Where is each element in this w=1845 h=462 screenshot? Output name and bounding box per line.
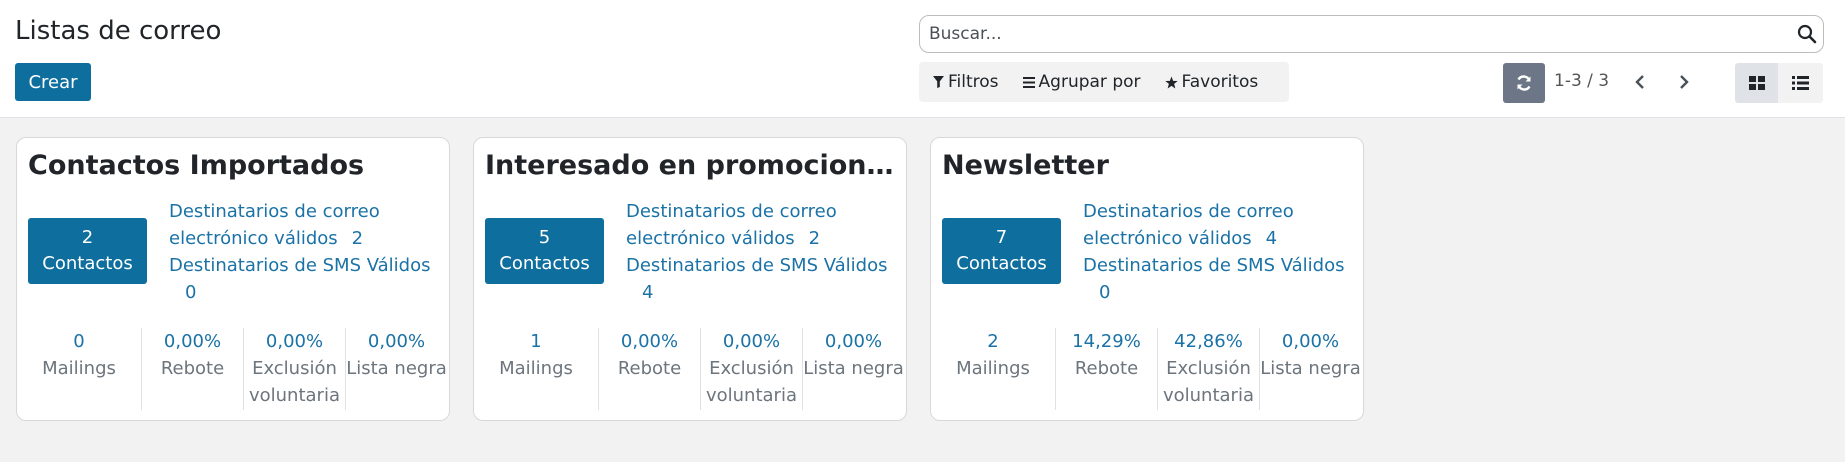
sms-recipients-label[interactable]: Destinatarios de SMS Válidos <box>1083 255 1345 276</box>
list-view-icon <box>1792 76 1809 90</box>
stat-label: Lista negra <box>346 358 447 379</box>
stat-value: 1 <box>530 331 542 352</box>
stat-opt-out[interactable]: 0,00% Exclusión voluntaria <box>700 328 802 410</box>
stat-label: Mailings <box>956 358 1030 379</box>
favorites-label: Favoritos <box>1181 72 1259 92</box>
page-title: Listas de correo <box>15 16 222 46</box>
stat-value: 0,00% <box>163 331 222 352</box>
pager-value[interactable]: 1-3 / 3 <box>1554 71 1609 91</box>
contacts-label: Contactos <box>42 253 133 274</box>
stat-label: Mailings <box>499 358 573 379</box>
email-recipients-label[interactable]: Destinatarios de correo electrónico váli… <box>169 201 380 249</box>
list-view-button[interactable] <box>1778 63 1823 103</box>
create-button[interactable]: Crear <box>15 63 91 101</box>
refresh-icon <box>1517 75 1531 91</box>
stat-label: Lista negra <box>1260 358 1361 379</box>
stat-label: Mailings <box>42 358 116 379</box>
stat-value: 0,00% <box>620 331 679 352</box>
stat-mailings[interactable]: 1 Mailings <box>474 328 598 410</box>
email-recipients-label[interactable]: Destinatarios de correo electrónico váli… <box>626 201 837 249</box>
stat-value: 0,00% <box>824 331 883 352</box>
stat-label: Exclusión voluntaria <box>248 358 340 406</box>
recipients-info: Destinatarios de correo electrónico váli… <box>1083 198 1358 306</box>
card-title: Contactos Importados <box>28 150 365 181</box>
stat-label: Lista negra <box>803 358 904 379</box>
stat-label: Rebote <box>1074 358 1139 379</box>
email-recipients-label[interactable]: Destinatarios de correo electrónico váli… <box>1083 201 1294 249</box>
contacts-button[interactable]: 2 Contactos <box>28 218 147 284</box>
pager-next-button[interactable] <box>1672 70 1696 94</box>
favorites-button[interactable]: Favoritos <box>1164 72 1259 92</box>
card-title: Newsletter <box>942 150 1109 181</box>
stat-value: 0,00% <box>722 331 781 352</box>
contacts-count: 7 <box>995 227 1008 248</box>
stat-bounce[interactable]: 0,00% Rebote <box>598 328 700 410</box>
star-icon <box>1164 76 1178 88</box>
contacts-button[interactable]: 7 Contactos <box>942 218 1061 284</box>
email-recipients-count[interactable]: 4 <box>1266 225 1277 252</box>
search-icon[interactable] <box>1797 24 1817 44</box>
card-stats: 2 Mailings 14,29% Rebote 42,86% Exclusión v… <box>931 328 1363 410</box>
contacts-count: 5 <box>538 227 551 248</box>
card-title: Interesado en promociones ... <box>485 150 897 181</box>
sms-recipients-count[interactable]: 0 <box>1083 279 1358 306</box>
group-by-label: Agrupar por <box>1038 72 1141 92</box>
kanban-card[interactable]: Interesado en promociones ... 5 Contacto… <box>473 137 907 421</box>
stat-label: Rebote <box>617 358 682 379</box>
sms-recipients-label[interactable]: Destinatarios de SMS Válidos <box>169 255 431 276</box>
sms-recipients-count[interactable]: 4 <box>626 279 901 306</box>
card-stats: 1 Mailings 0,00% Rebote 0,00% Exclusión vol… <box>474 328 906 410</box>
stat-label: Exclusión voluntaria <box>705 358 797 406</box>
list-icon <box>1022 76 1035 88</box>
kanban-view-icon <box>1748 76 1765 90</box>
chevron-right-icon <box>1680 75 1689 89</box>
kanban-card[interactable]: Newsletter 7 Contactos Destinatarios de … <box>930 137 1364 421</box>
stat-value: 0 <box>73 331 85 352</box>
stat-value: 2 <box>987 331 999 352</box>
stat-bounce[interactable]: 0,00% Rebote <box>141 328 243 410</box>
stat-mailings[interactable]: 2 Mailings <box>931 328 1055 410</box>
search-input[interactable] <box>929 24 1789 44</box>
refresh-button[interactable] <box>1503 63 1545 103</box>
filter-icon <box>933 76 944 88</box>
stat-opt-out[interactable]: 42,86% Exclusión voluntaria <box>1157 328 1259 410</box>
stat-label: Exclusión voluntaria <box>1162 358 1254 406</box>
stat-bounce[interactable]: 14,29% Rebote <box>1055 328 1157 410</box>
stat-mailings[interactable]: 0 Mailings <box>17 328 141 410</box>
chevron-left-icon <box>1635 75 1644 89</box>
filters-button[interactable]: Filtros <box>933 72 999 92</box>
contacts-button[interactable]: 5 Contactos <box>485 218 604 284</box>
email-recipients-count[interactable]: 2 <box>809 225 820 252</box>
filters-label: Filtros <box>948 72 999 92</box>
stat-opt-out[interactable]: 0,00% Exclusión voluntaria <box>243 328 345 410</box>
sms-recipients-count[interactable]: 0 <box>169 279 444 306</box>
stat-label: Rebote <box>160 358 225 379</box>
stat-value: 14,29% <box>1072 331 1141 352</box>
control-panel: Listas de correo Crear Filtros Agrupar p… <box>0 0 1845 118</box>
recipients-info: Destinatarios de correo electrónico váli… <box>169 198 444 306</box>
kanban-card[interactable]: Contactos Importados 2 Contactos Destina… <box>16 137 450 421</box>
search-box[interactable] <box>919 15 1824 53</box>
pager-previous-button[interactable] <box>1628 70 1652 94</box>
email-recipients-count[interactable]: 2 <box>352 225 363 252</box>
stat-value: 0,00% <box>1281 331 1340 352</box>
sms-recipients-label[interactable]: Destinatarios de SMS Válidos <box>626 255 888 276</box>
stat-value: 0,00% <box>265 331 324 352</box>
group-by-button[interactable]: Agrupar por <box>1022 72 1141 92</box>
contacts-label: Contactos <box>499 253 590 274</box>
card-stats: 0 Mailings 0,00% Rebote 0,00% Exclusión vol… <box>17 328 449 410</box>
contacts-label: Contactos <box>956 253 1047 274</box>
contacts-count: 2 <box>81 227 94 248</box>
search-options-bar: Filtros Agrupar por Favoritos <box>919 62 1289 102</box>
kanban-view-button[interactable] <box>1735 63 1778 103</box>
stat-blacklist[interactable]: 0,00% Lista negra <box>345 328 447 410</box>
stat-value: 0,00% <box>367 331 426 352</box>
recipients-info: Destinatarios de correo electrónico váli… <box>626 198 901 306</box>
stat-blacklist[interactable]: 0,00% Lista negra <box>1259 328 1361 410</box>
stat-blacklist[interactable]: 0,00% Lista negra <box>802 328 904 410</box>
stat-value: 42,86% <box>1174 331 1243 352</box>
